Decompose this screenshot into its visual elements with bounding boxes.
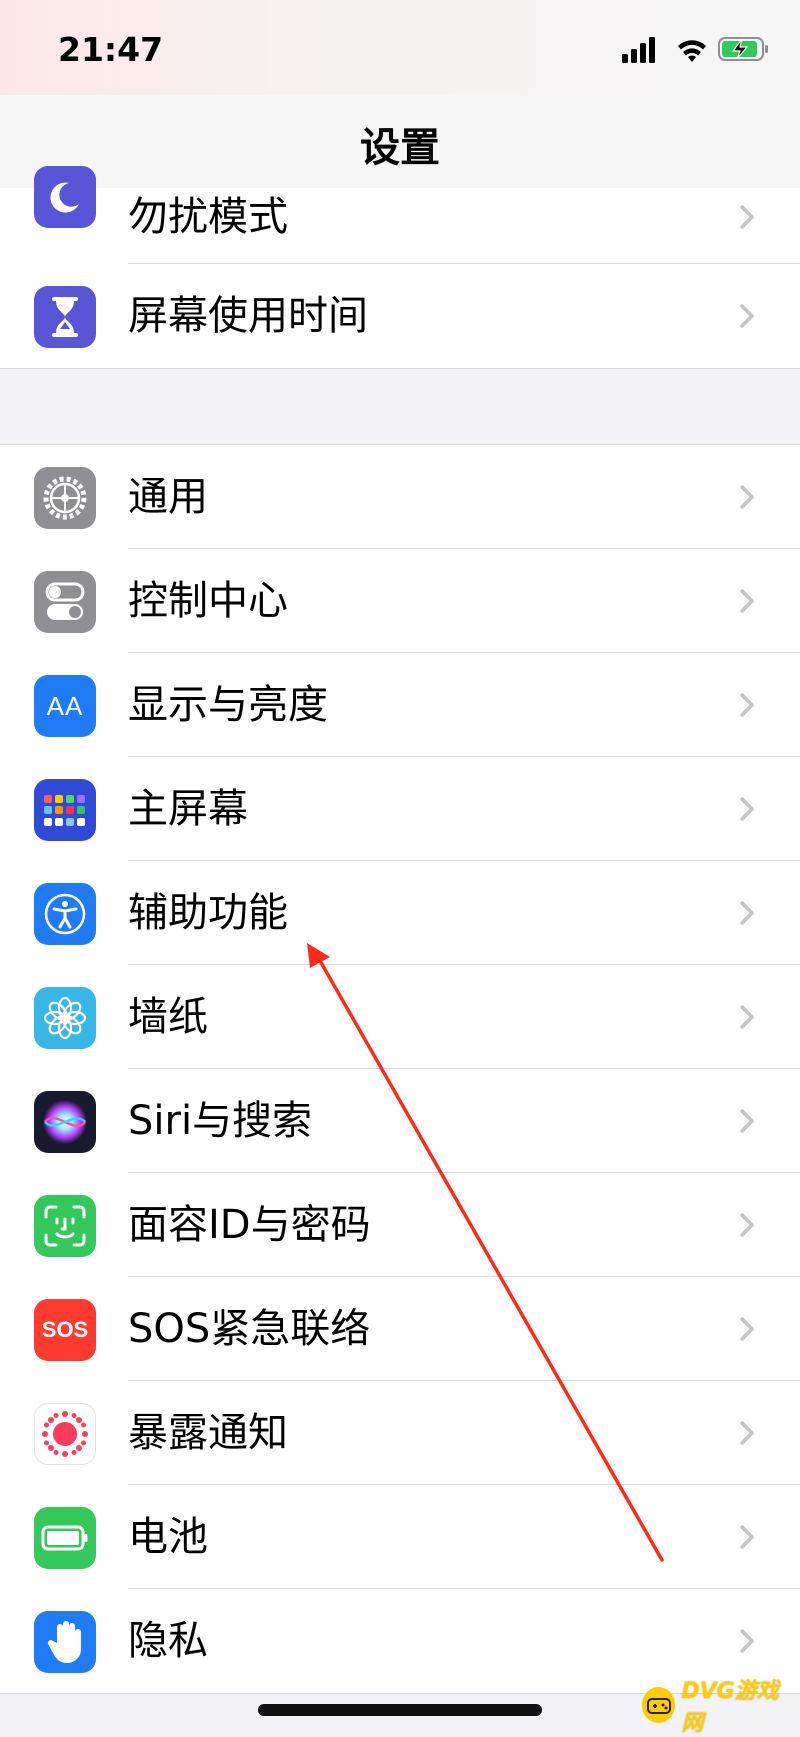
settings-row-siri-search[interactable]: Siri与搜索 <box>0 1069 800 1173</box>
settings-row-privacy[interactable]: 隐私 <box>0 1589 800 1693</box>
row-label: 显示与亮度 <box>128 682 328 728</box>
siri-icon <box>34 1091 96 1153</box>
accessibility-icon <box>34 883 96 945</box>
chevron-right-icon <box>740 1317 754 1341</box>
row-label: 电池 <box>128 1514 208 1560</box>
settings-group-focus: 勿扰模式 屏幕使用时间 <box>0 166 800 369</box>
settings-row-battery[interactable]: 电池 <box>0 1485 800 1589</box>
battery-icon <box>34 1507 96 1569</box>
icon-text: SOS <box>41 1317 89 1342</box>
app-grid-icon <box>34 779 96 841</box>
row-label: 主屏幕 <box>128 786 248 832</box>
gear-icon <box>34 467 96 529</box>
row-label: Siri与搜索 <box>128 1098 313 1144</box>
settings-row-control-center[interactable]: 控制中心 <box>0 549 800 653</box>
chevron-right-icon <box>740 1421 754 1445</box>
row-label: 辅助功能 <box>128 890 288 936</box>
settings-row-emergency-sos[interactable]: SOS SOS紧急联络 <box>0 1277 800 1381</box>
settings-row-home-screen[interactable]: 主屏幕 <box>0 757 800 861</box>
hand-icon <box>34 1611 96 1673</box>
home-indicator <box>258 1704 542 1716</box>
moon-icon <box>34 166 96 228</box>
chevron-right-icon <box>740 1525 754 1549</box>
row-label: 通用 <box>128 474 208 520</box>
settings-row-screen-time[interactable]: 屏幕使用时间 <box>0 264 800 368</box>
face-id-icon <box>34 1195 96 1257</box>
row-label: 隐私 <box>128 1618 208 1664</box>
wifi-icon <box>678 40 706 62</box>
row-label: 面容ID与密码 <box>128 1202 371 1248</box>
watermark-text: DVG游戏网 <box>681 1679 779 1736</box>
settings-row-accessibility[interactable]: 辅助功能 <box>0 861 800 965</box>
settings-row-exposure-notifications[interactable]: 暴露通知 <box>0 1381 800 1485</box>
chevron-right-icon <box>740 304 754 328</box>
watermark: DVG游戏网 <box>642 1679 792 1736</box>
status-icons <box>622 37 768 63</box>
settings-row-wallpaper[interactable]: 墙纸 <box>0 965 800 1069</box>
toggles-icon <box>34 571 96 633</box>
chevron-right-icon <box>740 205 754 229</box>
settings-row-do-not-disturb[interactable]: 勿扰模式 <box>0 166 800 264</box>
page-title: 设置 <box>360 125 440 171</box>
chevron-right-icon <box>740 901 754 925</box>
settings-row-display-brightness[interactable]: AA 显示与亮度 <box>0 653 800 757</box>
row-label: 勿扰模式 <box>128 194 288 240</box>
battery-charging-icon <box>718 37 768 61</box>
row-label: 暴露通知 <box>128 1410 288 1456</box>
chevron-right-icon <box>740 485 754 509</box>
chevron-right-icon <box>740 589 754 613</box>
sos-icon: SOS <box>34 1299 96 1361</box>
gamepad-icon <box>642 1687 676 1723</box>
flower-icon <box>34 987 96 1049</box>
settings-group-general: 通用 控制中心 AA 显示与亮度 主屏幕 辅助功能 墙纸 Siri与搜索 面容I… <box>0 444 800 1694</box>
settings-row-general[interactable]: 通用 <box>0 445 800 549</box>
status-time: 21:47 <box>58 30 164 69</box>
status-bar: 21:47 <box>0 0 800 95</box>
row-label: 屏幕使用时间 <box>128 293 368 339</box>
hourglass-icon <box>34 286 96 348</box>
text-size-icon: AA <box>34 675 96 737</box>
chevron-right-icon <box>740 1213 754 1237</box>
icon-text: AA <box>46 690 84 721</box>
settings-row-face-id-passcode[interactable]: 面容ID与密码 <box>0 1173 800 1277</box>
chevron-right-icon <box>740 1109 754 1133</box>
row-label: 控制中心 <box>128 578 288 624</box>
chevron-right-icon <box>740 1629 754 1653</box>
cellular-signal-icon <box>622 37 655 63</box>
row-label: 墙纸 <box>128 994 208 1040</box>
row-label: SOS紧急联络 <box>128 1306 371 1352</box>
chevron-right-icon <box>740 693 754 717</box>
exposure-icon <box>34 1403 96 1465</box>
chevron-right-icon <box>740 797 754 821</box>
chevron-right-icon <box>740 1005 754 1029</box>
